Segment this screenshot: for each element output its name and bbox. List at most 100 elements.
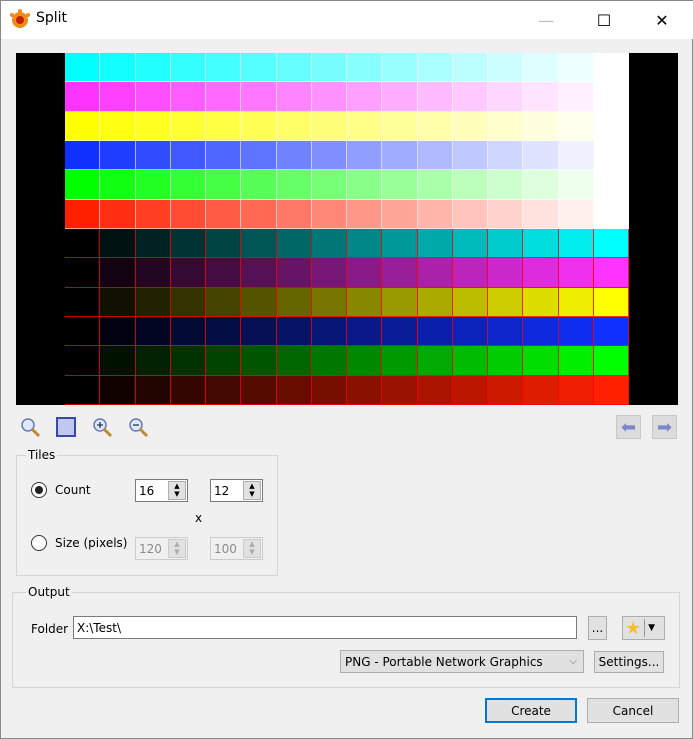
settings-button[interactable]: Settings... [594,651,664,673]
folder-input[interactable] [73,616,577,639]
zoom-in-icon[interactable] [90,415,114,439]
tile [523,317,559,347]
tile [523,141,559,171]
tile [65,258,101,288]
tile [170,258,206,288]
tile [311,141,347,171]
tile [523,199,559,229]
tile [65,53,101,83]
tile [558,141,594,171]
tile [276,53,312,83]
spin-down-icon[interactable]: ▼ [249,491,254,498]
tile [347,258,383,288]
tile [135,317,171,347]
next-arrow-icon[interactable]: ➡ [652,415,677,439]
tile [241,375,277,405]
tile [382,53,418,83]
tile [417,82,453,112]
tile [558,229,594,259]
tile [241,53,277,83]
tile [347,346,383,376]
title-bar: Split — ☐ ✕ [1,1,693,39]
tile [382,199,418,229]
tile [558,199,594,229]
cancel-button[interactable]: Cancel [587,698,679,723]
tile [206,53,242,83]
format-select[interactable]: PNG - Portable Network Graphics ⌵ [340,650,584,673]
tile [347,82,383,112]
tile [347,287,383,317]
tile [488,346,524,376]
tile [593,111,629,141]
dimension-separator: x [195,511,203,525]
tile [206,287,242,317]
tile [558,317,594,347]
tile [170,317,206,347]
size-x-value: 120 [139,541,162,556]
tile [417,346,453,376]
maximize-button[interactable]: ☐ [581,7,627,33]
tile [241,287,277,317]
tile [452,229,488,259]
output-legend: Output [26,585,72,599]
spin-up-icon[interactable]: ▲ [174,482,179,490]
tile [311,53,347,83]
tile [311,375,347,405]
tile [523,375,559,405]
browse-button[interactable]: ... [588,616,607,640]
tile [488,170,524,200]
tile [276,199,312,229]
tile [170,170,206,200]
tile [452,82,488,112]
tile [523,229,559,259]
tile [593,287,629,317]
zoom-icon[interactable] [18,415,42,439]
tile [488,229,524,259]
tile [135,82,171,112]
count-radio[interactable] [31,482,47,498]
tile [100,287,136,317]
tile [206,199,242,229]
count-y-spinner[interactable]: 12 ▲ ▼ [210,479,263,502]
spin-down-icon[interactable]: ▼ [174,491,179,498]
tile [135,346,171,376]
tile [100,258,136,288]
create-button[interactable]: Create [485,698,577,723]
tile [311,258,347,288]
tile [170,199,206,229]
tile [65,111,101,141]
tile [558,111,594,141]
tile [593,199,629,229]
spin-up-icon[interactable]: ▲ [249,482,254,490]
tile [65,199,101,229]
tile [241,317,277,347]
favorites-button[interactable]: ★ ▼ [622,616,665,640]
zoom-out-icon[interactable] [126,415,150,439]
tile [347,170,383,200]
count-y-value: 12 [214,483,230,498]
tile [276,287,312,317]
tile [276,346,312,376]
tile [135,111,171,141]
tile [170,375,206,405]
tile [523,53,559,83]
size-y-spinner: 100 ▲ ▼ [210,537,263,560]
image-preview[interactable] [16,53,678,405]
tile [135,170,171,200]
tile [417,199,453,229]
tile [523,111,559,141]
spin-down-icon: ▼ [249,548,255,557]
minimize-button[interactable]: — [523,7,569,33]
fit-to-window-icon[interactable] [54,415,78,439]
tile [382,375,418,405]
tile [241,346,277,376]
tile [170,229,206,259]
count-x-spinner[interactable]: 16 ▲ ▼ [135,479,188,502]
tile [558,287,594,317]
close-button[interactable]: ✕ [639,7,685,33]
tile [417,317,453,347]
tiles-legend: Tiles [26,448,58,462]
size-radio[interactable] [31,535,47,551]
tile [170,53,206,83]
previous-arrow-icon[interactable]: ⬅ [616,415,641,439]
